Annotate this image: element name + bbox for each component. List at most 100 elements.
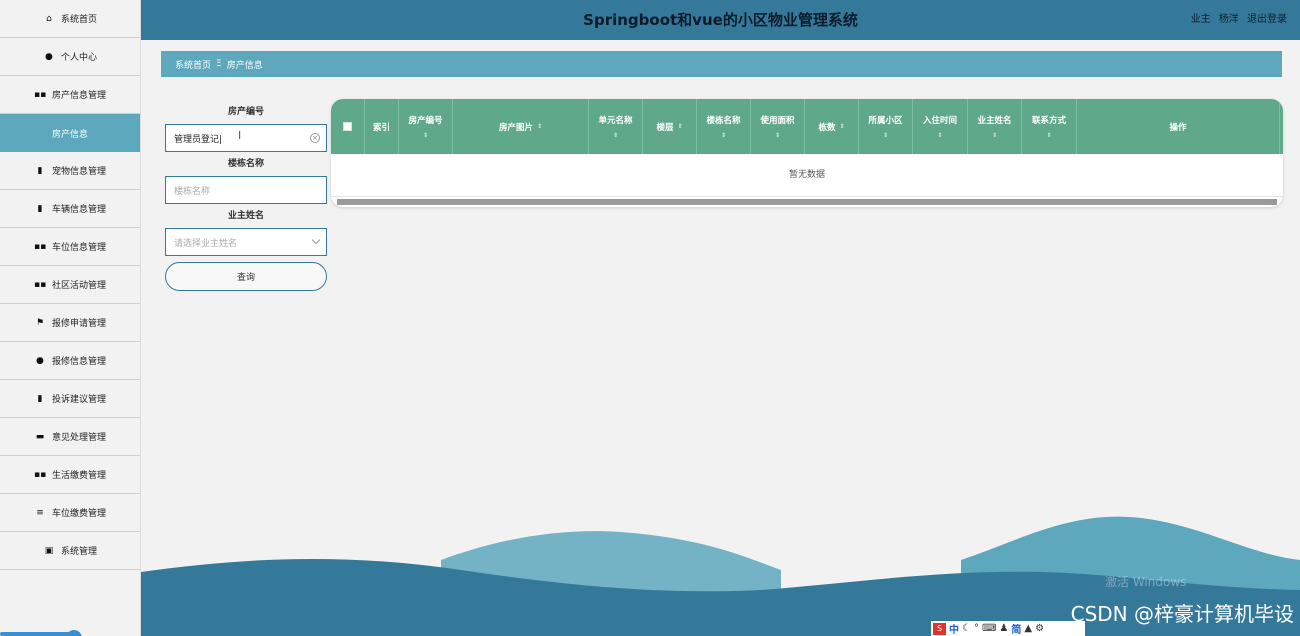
building-name-label: 楼栋名称 [227, 159, 264, 169]
sidebar-item-label: 房产信息 [51, 129, 88, 140]
sidebar-item[interactable]: ⌂ 系统首页 [0, 0, 140, 38]
column-header[interactable] [331, 99, 365, 154]
column-header: 索引 [365, 99, 399, 154]
column-header[interactable]: 所属小区 ⇕ [859, 99, 913, 154]
sidebar-item[interactable]: ▮ 车辆信息管理 [0, 190, 140, 228]
sidebar-item-label: 系统首页 [60, 15, 97, 25]
sidebar-item-label: 个人中心 [60, 53, 97, 63]
owner-name-label: 业主姓名 [227, 211, 264, 221]
shirt-icon[interactable]: ▲ [1024, 623, 1032, 634]
sort-icon[interactable]: ⇕ [423, 132, 428, 139]
column-header[interactable]: 联系方式 ⇕ [1022, 99, 1077, 154]
column-header[interactable]: 房产图片 ⇕ [453, 99, 589, 154]
ime-simplified[interactable]: 简 [1011, 621, 1021, 636]
empty-state: 暂无数据 [331, 154, 1283, 197]
sort-icon[interactable]: ⇕ [992, 132, 997, 139]
column-header-label: 单元名称 [598, 116, 633, 126]
sort-icon[interactable]: ⇕ [839, 123, 844, 130]
moon-icon[interactable]: ☾ [962, 623, 971, 634]
sidebar-item-label: 报修申请管理 [51, 319, 106, 329]
sidebar-item[interactable]: ● 个人中心 [0, 38, 140, 76]
table-header: 索引 房产编号 ⇕ 房产图片 ⇕ 单元名称 ⇕ 楼层 ⇕ 楼栋名称 ⇕ 使用面积 ⇕ 栋数 ⇕ 所属小区 ⇕ 入住… [331, 99, 1283, 154]
column-header[interactable]: 业主姓名 ⇕ [968, 99, 1022, 154]
column-header-label: 联系方式 [1031, 116, 1066, 126]
sort-icon[interactable]: ⇕ [677, 123, 682, 130]
owner-name-select[interactable]: 请选择业主姓名 [165, 228, 327, 256]
sidebar-item[interactable]: ≡ 车位缴费管理 [0, 494, 140, 532]
breadcrumb-home[interactable]: 系统首页 [175, 58, 211, 71]
column-header-label: 业主姓名 [977, 116, 1012, 126]
horizontal-scrollbar[interactable] [337, 199, 1277, 205]
logout-link[interactable]: 退出登录 [1247, 14, 1287, 25]
text-cursor-icon: I [238, 129, 242, 142]
chevron-down-icon [311, 235, 321, 245]
keyboard-icon[interactable]: ⌨ [982, 623, 996, 634]
sidebar-item[interactable]: ⚑ 报修申请管理 [0, 304, 140, 342]
column-header[interactable]: 入住时间 ⇕ [913, 99, 968, 154]
sort-icon[interactable]: ⇕ [537, 123, 542, 130]
bar-chart-icon: ▮ [37, 393, 43, 404]
sliders-icon: ≡ [36, 507, 44, 518]
column-header-label: 楼层 [656, 122, 674, 133]
column-header-label: 房产图片 [498, 122, 533, 133]
sidebar-item-label: 车位信息管理 [51, 243, 106, 253]
sogou-icon[interactable]: S [933, 622, 946, 635]
sidebar-item-label: 社区活动管理 [51, 281, 106, 291]
sidebar-item[interactable]: ▪▪ 生活缴费管理 [0, 456, 140, 494]
sort-icon[interactable]: ⇕ [1046, 132, 1051, 139]
column-header: 操作 [1077, 99, 1280, 154]
sort-icon[interactable]: ⇕ [937, 132, 942, 139]
sidebar-item-label: 车辆信息管理 [51, 205, 106, 215]
breadcrumb: 系统首页 Ξ 房产信息 [161, 51, 1282, 77]
column-header-label: 房产编号 [408, 116, 443, 126]
sort-icon[interactable]: ⇕ [721, 132, 726, 139]
sort-icon[interactable]: ⇕ [775, 132, 780, 139]
column-header[interactable]: 楼层 ⇕ [643, 99, 697, 154]
sidebar-scroll-knob[interactable] [66, 630, 82, 636]
bulb-icon: ● [36, 355, 44, 366]
column-header-label: 所属小区 [868, 116, 903, 126]
app-title: Springboot和vue的小区物业管理系统 [583, 11, 858, 29]
sidebar-item[interactable]: ▮ 宠物信息管理 [0, 152, 140, 190]
sidebar-item-label: 宠物信息管理 [51, 167, 106, 177]
column-header[interactable]: 房产编号 ⇕ [399, 99, 453, 154]
sidebar-item[interactable]: 房产信息 [0, 114, 140, 152]
person-icon[interactable]: ♟ [999, 623, 1008, 634]
column-header-label: 操作 [1169, 122, 1187, 133]
sidebar-item[interactable]: ▪▪ 社区活动管理 [0, 266, 140, 304]
column-header[interactable]: 楼栋名称 ⇕ [697, 99, 751, 154]
breadcrumb-separator: Ξ [216, 59, 222, 69]
column-header-label: 楼栋名称 [706, 116, 741, 126]
sidebar-item[interactable]: ▪▪ 车位信息管理 [0, 228, 140, 266]
flag-icon: ⚑ [35, 317, 45, 328]
property-no-label: 房产编号 [227, 107, 264, 117]
clipboard-check-icon: ▮ [37, 203, 43, 214]
sidebar-item[interactable]: ▪▪ 房产信息管理 [0, 76, 140, 114]
user-role: 业主 [1190, 14, 1211, 25]
column-header-label: 索引 [372, 122, 390, 133]
column-header[interactable]: 使用面积 ⇕ [751, 99, 805, 154]
sort-icon[interactable]: ⇕ [613, 132, 618, 139]
sidebar-item[interactable]: ▮ 投诉建议管理 [0, 380, 140, 418]
sidebar-item-label: 意见处理管理 [51, 433, 106, 443]
sidebar-item[interactable]: ▬ 意见处理管理 [0, 418, 140, 456]
sidebar-item[interactable]: ▣ 系统管理 [0, 532, 140, 570]
search-panel: 房产编号 管理员登记| I × 楼栋名称 楼栋名称 业主姓名 请选择业主姓名 查… [165, 100, 327, 291]
sort-icon[interactable]: ⇕ [883, 132, 888, 139]
sidebar-item[interactable]: ● 报修信息管理 [0, 342, 140, 380]
column-header[interactable]: 栋数 ⇕ [805, 99, 859, 154]
gear-icon[interactable]: ⚙ [1035, 623, 1044, 634]
building-name-input[interactable]: 楼栋名称 [165, 176, 327, 204]
punct-icon[interactable]: ° [974, 623, 979, 634]
sidebar-item-label: 系统管理 [60, 547, 97, 557]
column-header[interactable]: 单元名称 ⇕ [589, 99, 643, 154]
property-no-input[interactable]: 管理员登记| I × [165, 124, 327, 152]
select-all-checkbox[interactable] [343, 122, 352, 131]
query-button[interactable]: 查询 [165, 262, 327, 291]
clear-icon[interactable]: × [310, 133, 320, 143]
clipboard-icon: ▮ [37, 165, 43, 176]
ime-toolbar: S 中 ☾ ° ⌨ ♟ 简 ▲ ⚙ [931, 621, 1085, 636]
sidebar-item-label: 生活缴费管理 [51, 471, 106, 481]
home-icon: ⌂ [46, 13, 52, 24]
ime-chinese[interactable]: 中 [949, 621, 959, 636]
